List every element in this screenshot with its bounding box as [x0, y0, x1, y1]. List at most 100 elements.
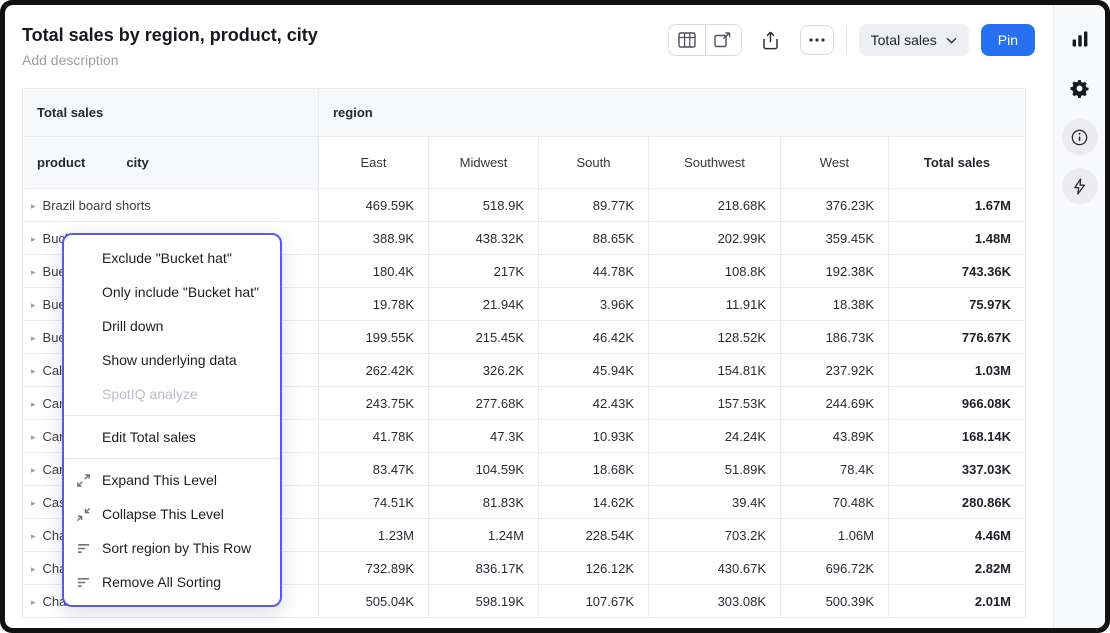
value-cell[interactable]: 14.62K	[539, 486, 649, 519]
dataset-selector[interactable]: Total sales	[859, 24, 969, 56]
value-cell[interactable]: 108.8K	[649, 255, 781, 288]
table-view-icon[interactable]	[669, 25, 705, 55]
value-cell[interactable]: 74.51K	[319, 486, 429, 519]
value-cell[interactable]: 228.54K	[539, 519, 649, 552]
value-cell[interactable]: 18.38K	[781, 288, 889, 321]
value-cell[interactable]: 505.04K	[319, 585, 429, 618]
value-cell[interactable]: 47.3K	[429, 420, 539, 453]
expand-caret-icon[interactable]: ▸	[31, 564, 36, 575]
chart-icon[interactable]	[1062, 21, 1098, 57]
row-dim-city[interactable]: city	[126, 155, 148, 170]
expand-caret-icon[interactable]: ▸	[31, 531, 36, 542]
value-cell[interactable]: 215.45K	[429, 321, 539, 354]
expand-caret-icon[interactable]: ▸	[31, 465, 36, 476]
expand-caret-icon[interactable]: ▸	[31, 333, 36, 344]
value-cell[interactable]: 81.83K	[429, 486, 539, 519]
column-header-total-sales[interactable]: Total sales	[889, 137, 1026, 189]
value-cell[interactable]: 180.4K	[319, 255, 429, 288]
menu-item-collapse-this-level[interactable]: Collapse This Level	[64, 497, 280, 531]
change-visualization-icon[interactable]	[705, 25, 741, 55]
value-cell[interactable]: 46.42K	[539, 321, 649, 354]
value-cell[interactable]: 89.77K	[539, 189, 649, 222]
value-cell[interactable]: 743.36K	[889, 255, 1026, 288]
value-cell[interactable]: 1.23M	[319, 519, 429, 552]
expand-caret-icon[interactable]: ▸	[31, 498, 36, 509]
value-cell[interactable]: 1.24M	[429, 519, 539, 552]
measure-header-cell[interactable]: Total sales	[23, 89, 319, 137]
value-cell[interactable]: 41.78K	[319, 420, 429, 453]
value-cell[interactable]: 83.47K	[319, 453, 429, 486]
value-cell[interactable]: 388.9K	[319, 222, 429, 255]
menu-item-drill-down[interactable]: Drill down	[64, 309, 280, 343]
expand-caret-icon[interactable]: ▸	[31, 399, 36, 410]
menu-item-edit-total-sales[interactable]: Edit Total sales	[64, 420, 280, 454]
value-cell[interactable]: 199.55K	[319, 321, 429, 354]
spotiq-bolt-icon[interactable]	[1062, 168, 1098, 204]
value-cell[interactable]: 836.17K	[429, 552, 539, 585]
column-header-west[interactable]: West	[781, 137, 889, 189]
menu-item-sort-region-by-this-row[interactable]: Sort region by This Row	[64, 531, 280, 565]
value-cell[interactable]: 126.12K	[539, 552, 649, 585]
value-cell[interactable]: 469.59K	[319, 189, 429, 222]
add-description-link[interactable]: Add description	[22, 50, 318, 70]
value-cell[interactable]: 776.67K	[889, 321, 1026, 354]
value-cell[interactable]: 10.93K	[539, 420, 649, 453]
value-cell[interactable]: 598.19K	[429, 585, 539, 618]
expand-caret-icon[interactable]: ▸	[31, 597, 36, 608]
value-cell[interactable]: 732.89K	[319, 552, 429, 585]
value-cell[interactable]: 75.97K	[889, 288, 1026, 321]
value-cell[interactable]: 1.06M	[781, 519, 889, 552]
value-cell[interactable]: 168.14K	[889, 420, 1026, 453]
value-cell[interactable]: 2.82M	[889, 552, 1026, 585]
info-icon[interactable]	[1062, 119, 1098, 155]
value-cell[interactable]: 237.92K	[781, 354, 889, 387]
settings-gear-icon[interactable]	[1062, 70, 1098, 106]
more-options-icon[interactable]	[800, 25, 834, 55]
value-cell[interactable]: 88.65K	[539, 222, 649, 255]
row-dim-product[interactable]: product	[37, 155, 85, 170]
column-header-southwest[interactable]: Southwest	[649, 137, 781, 189]
value-cell[interactable]: 217K	[429, 255, 539, 288]
value-cell[interactable]: 157.53K	[649, 387, 781, 420]
value-cell[interactable]: 430.67K	[649, 552, 781, 585]
share-icon[interactable]	[754, 25, 788, 55]
value-cell[interactable]: 51.89K	[649, 453, 781, 486]
menu-item-only-include-bucket-hat[interactable]: Only include "Bucket hat"	[64, 275, 280, 309]
expand-caret-icon[interactable]: ▸	[31, 267, 36, 278]
menu-item-exclude-bucket-hat[interactable]: Exclude "Bucket hat"	[64, 241, 280, 275]
value-cell[interactable]: 44.78K	[539, 255, 649, 288]
value-cell[interactable]: 43.89K	[781, 420, 889, 453]
row-label[interactable]: ▸Brazil board shorts	[23, 189, 319, 222]
value-cell[interactable]: 359.45K	[781, 222, 889, 255]
value-cell[interactable]: 4.46M	[889, 519, 1026, 552]
value-cell[interactable]: 107.67K	[539, 585, 649, 618]
value-cell[interactable]: 45.94K	[539, 354, 649, 387]
value-cell[interactable]: 78.4K	[781, 453, 889, 486]
value-cell[interactable]: 218.68K	[649, 189, 781, 222]
value-cell[interactable]: 128.52K	[649, 321, 781, 354]
column-header-east[interactable]: East	[319, 137, 429, 189]
value-cell[interactable]: 277.68K	[429, 387, 539, 420]
value-cell[interactable]: 1.48M	[889, 222, 1026, 255]
expand-caret-icon[interactable]: ▸	[31, 201, 36, 212]
value-cell[interactable]: 696.72K	[781, 552, 889, 585]
value-cell[interactable]: 1.67M	[889, 189, 1026, 222]
value-cell[interactable]: 186.73K	[781, 321, 889, 354]
value-cell[interactable]: 39.4K	[649, 486, 781, 519]
value-cell[interactable]: 500.39K	[781, 585, 889, 618]
value-cell[interactable]: 3.96K	[539, 288, 649, 321]
menu-item-show-underlying-data[interactable]: Show underlying data	[64, 343, 280, 377]
value-cell[interactable]: 376.23K	[781, 189, 889, 222]
menu-item-expand-this-level[interactable]: Expand This Level	[64, 463, 280, 497]
value-cell[interactable]: 70.48K	[781, 486, 889, 519]
expand-caret-icon[interactable]: ▸	[31, 366, 36, 377]
value-cell[interactable]: 154.81K	[649, 354, 781, 387]
column-header-midwest[interactable]: Midwest	[429, 137, 539, 189]
menu-item-remove-all-sorting[interactable]: Remove All Sorting	[64, 565, 280, 599]
value-cell[interactable]: 303.08K	[649, 585, 781, 618]
value-cell[interactable]: 19.78K	[319, 288, 429, 321]
value-cell[interactable]: 192.38K	[781, 255, 889, 288]
value-cell[interactable]: 262.42K	[319, 354, 429, 387]
value-cell[interactable]: 42.43K	[539, 387, 649, 420]
value-cell[interactable]: 703.2K	[649, 519, 781, 552]
